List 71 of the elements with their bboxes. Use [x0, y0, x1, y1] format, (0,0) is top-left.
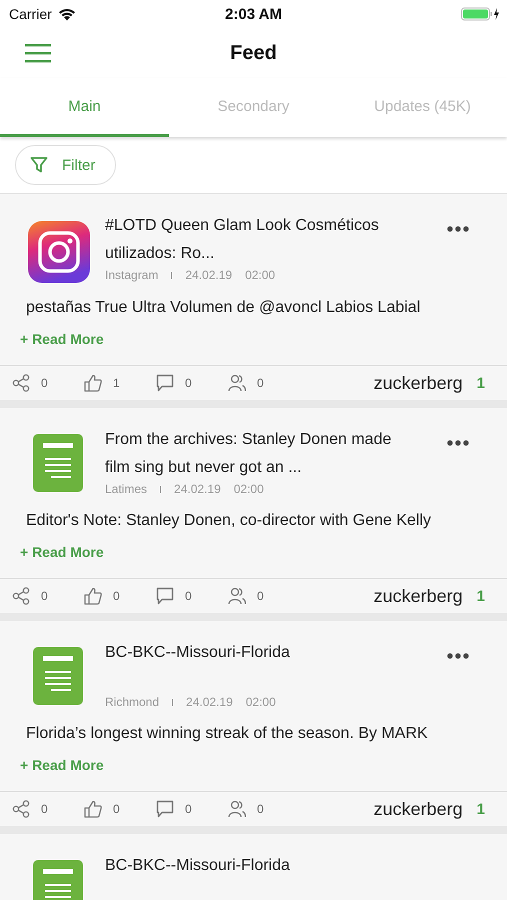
battery-icon [461, 7, 501, 21]
post-time: 02:00 [245, 268, 276, 282]
separator-mark [172, 698, 174, 706]
post-excerpt: pestañas True Ultra Volumen de @avoncl Labios Labial [25, 298, 422, 317]
more-icon [447, 440, 469, 446]
author-count: 1 [476, 800, 485, 818]
separator-mark [171, 272, 172, 278]
stat-button[interactable]: 0 [84, 800, 156, 818]
tab[interactable]: Main [0, 78, 169, 137]
menu-icon [25, 43, 51, 63]
share-icon [12, 800, 30, 818]
more-button[interactable] [447, 226, 469, 232]
post-date: 24.02.19 [185, 268, 232, 282]
post-title[interactable]: BC-BKC--Missouri-Florida [105, 639, 395, 695]
stat-button[interactable]: 0 [156, 374, 228, 392]
stat-button[interactable]: 0 [12, 587, 84, 605]
more-button[interactable] [447, 440, 469, 446]
menu-button[interactable] [25, 43, 51, 63]
post-source: Instagram [105, 268, 158, 282]
people-icon [228, 800, 246, 818]
share-icon [12, 587, 30, 605]
thumbs-up-icon [84, 587, 102, 605]
post-excerpt: Florida’s longest winning streak of the season. By MARK [25, 724, 429, 743]
comment-icon [156, 800, 174, 818]
stat-button[interactable]: 0 [156, 587, 228, 605]
post-date: 24.02.19 [174, 482, 221, 496]
author-count: 1 [476, 374, 485, 392]
stat-button[interactable]: 0 [228, 800, 300, 818]
share-icon [12, 374, 30, 392]
camera-app-icon [28, 221, 90, 283]
author-count: 1 [476, 588, 485, 604]
more-icon [447, 653, 469, 659]
post-source: Latimes [105, 482, 148, 496]
thumbs-up-icon [84, 800, 102, 818]
status-time: 2:03 AM [225, 6, 282, 22]
stat-button[interactable]: 0 [12, 800, 84, 818]
filter-icon [30, 156, 48, 174]
separator-mark [160, 486, 162, 492]
read-more-link[interactable]: + Read More [20, 331, 104, 347]
thumbs-up-icon [84, 374, 102, 392]
document-icon [33, 647, 83, 705]
screen-title: Feed [230, 42, 277, 64]
carrier-label: Carrier [9, 6, 52, 22]
stat-button[interactable]: 1 [84, 374, 156, 392]
stat-button[interactable]: 0 [228, 374, 300, 392]
author-name: zuckerberg [374, 586, 463, 606]
stat-button[interactable]: 0 [84, 587, 156, 605]
people-icon [228, 587, 246, 605]
author-name: zuckerberg [374, 798, 463, 820]
stat-button[interactable]: 0 [228, 587, 300, 605]
post-excerpt: Editor's Note: Stanley Donen, co-director with Gene Kelly [25, 511, 432, 530]
read-more-link[interactable]: + Read More [20, 544, 104, 560]
people-icon [228, 374, 246, 392]
comment-icon [156, 374, 174, 392]
post-time: 02:00 [234, 482, 264, 496]
post-source: Richmond [105, 695, 160, 709]
filter-button[interactable]: Filter [15, 145, 116, 185]
post-date: 24.02.19 [186, 695, 233, 709]
wifi-icon [58, 8, 76, 20]
more-icon [447, 226, 469, 232]
document-icon [33, 434, 83, 492]
author-name: zuckerberg [374, 372, 463, 394]
post-title[interactable]: #LOTD Queen Glam Look Cosméticos utilizados: Ro... [105, 212, 395, 268]
comment-icon [156, 587, 174, 605]
post-title[interactable]: From the archives: Stanley Donen made film sing but never got an ... [105, 426, 395, 482]
post-title[interactable]: BC-BKC--Missouri-Florida [105, 852, 395, 900]
read-more-link[interactable]: + Read More [20, 757, 104, 773]
stat-button[interactable]: 0 [156, 800, 228, 818]
stat-button[interactable]: 0 [12, 374, 84, 392]
more-button[interactable] [447, 653, 469, 659]
post-time: 02:00 [246, 695, 276, 709]
